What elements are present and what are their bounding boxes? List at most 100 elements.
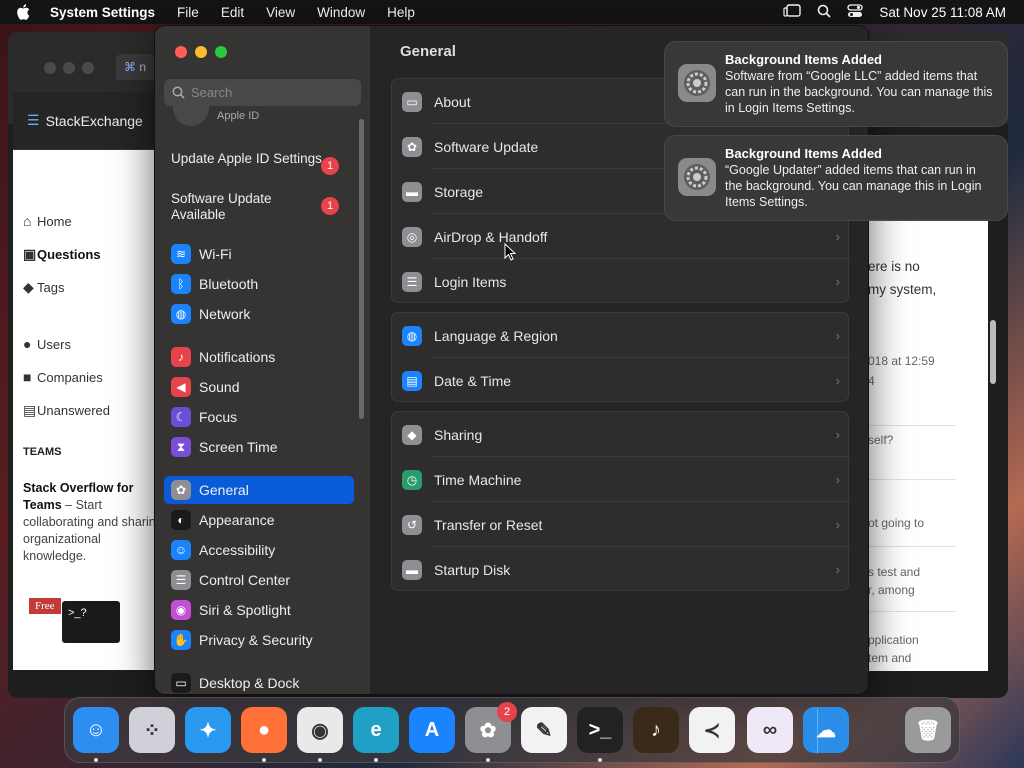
update-apple-id-settings[interactable]: Update Apple ID Settings (171, 151, 322, 167)
zoom-button[interactable] (215, 46, 227, 58)
row-date-time[interactable]: ▤ Date & Time › (392, 358, 850, 403)
row-label: About (434, 93, 471, 110)
page-scrollbar[interactable] (990, 320, 996, 384)
sidebar-item-label: General (199, 482, 249, 498)
firefox-icon[interactable]: ● (241, 707, 287, 753)
close-button[interactable] (175, 46, 187, 58)
menu-window[interactable]: Window (317, 5, 365, 20)
spotlight-search-icon[interactable] (817, 4, 832, 21)
notification-background-items[interactable]: Background Items Added “Google Updater” … (664, 135, 1008, 221)
sidebar-item-label: Accessibility (199, 542, 276, 558)
edge-icon[interactable]: e (353, 707, 399, 753)
browser-zoom-button[interactable] (82, 62, 94, 74)
browser-minimize-button[interactable] (63, 62, 75, 74)
menu-edit[interactable]: Edit (221, 5, 244, 20)
vscode-icon[interactable]: ≺ (689, 707, 735, 753)
visual-studio-icon[interactable]: ∞ (747, 707, 793, 753)
sidebar-item-focus[interactable]: ☾ Focus (164, 403, 354, 431)
menu-file[interactable]: File (177, 5, 199, 20)
launchpad-icon[interactable]: ⁘ (129, 707, 175, 753)
row-time-machine[interactable]: ◷ Time Machine › (392, 457, 850, 502)
sidebar-item-wi-fi[interactable]: ≋ Wi-Fi (164, 240, 354, 268)
sidebar-item-network[interactable]: ◍ Network (164, 300, 354, 328)
globe-icon: ◍ (402, 325, 422, 346)
notification-body: “Google Updater” added items that can ru… (725, 163, 982, 209)
sidebar-item-label: Siri & Spotlight (199, 602, 291, 618)
appstore-icon[interactable]: A (409, 707, 455, 753)
siri-icon: ◉ (171, 600, 191, 620)
dock: ☺ ⁘ ✦ ● ◉ e A ✿ ✎ >_ ♪ ≺ ∞ ☁ 🗑 2 (64, 697, 960, 763)
stackexchange-brand[interactable]: StackExchange (46, 113, 143, 129)
stackoverflow-left-nav: ⌂ Home ▣ Questions ◆ Tags ● Users ■ Companies… (13, 150, 173, 670)
control-center-icon: ☰ (171, 570, 191, 590)
control-center-icon[interactable] (847, 3, 864, 21)
sidebar-item-privacy-security[interactable]: ✋ Privacy & Security (164, 626, 354, 654)
sidebar-item-control-center[interactable]: ☰ Control Center (164, 566, 354, 594)
minimize-button[interactable] (195, 46, 207, 58)
nav-companies[interactable]: ■ Companies (13, 369, 103, 385)
row-sharing[interactable]: ◆ Sharing › (392, 412, 850, 457)
nav-home[interactable]: ⌂ Home (13, 213, 72, 229)
sidebar-item-appearance[interactable]: ◐ Appearance (164, 506, 354, 534)
avatar[interactable] (173, 106, 209, 126)
finder-icon[interactable]: ☺ (73, 707, 119, 753)
nav-tags[interactable]: ◆ Tags (13, 279, 64, 296)
sidebar-item-screen-time[interactable]: ⧗ Screen Time (164, 433, 354, 461)
menu-view[interactable]: View (266, 5, 295, 20)
apple-menu-icon[interactable] (16, 0, 36, 24)
settings-sidebar: Search Apple ID Update Apple ID Settings… (155, 26, 370, 694)
notification-background-items[interactable]: Background Items Added Software from “Go… (664, 41, 1008, 127)
sidebar-item-notifications[interactable]: ♪ Notifications (164, 343, 354, 371)
browser-tab[interactable]: ⌘ n (116, 54, 156, 80)
running-indicator (318, 758, 322, 762)
guitar-icon[interactable]: ♪ (633, 707, 679, 753)
row-label: Time Machine (434, 471, 522, 488)
sidebar-item-general[interactable]: ✿ General (164, 476, 354, 504)
teams-promo: Stack Overflow for Teams – Start collabo… (23, 480, 163, 565)
row-startup-disk[interactable]: ▬ Startup Disk › (392, 547, 850, 592)
free-badge: Free (29, 598, 61, 614)
hand-icon: ✋ (171, 630, 191, 650)
tag-icon: ◆ (23, 279, 34, 295)
moon-icon: ☾ (171, 407, 191, 427)
menu-bar: System Settings File Edit View Window He… (0, 0, 1024, 24)
sidebar-item-siri-spotlight[interactable]: ◉ Siri & Spotlight (164, 596, 354, 624)
running-indicator (374, 758, 378, 762)
comment-text: r, among (868, 583, 915, 597)
search-input[interactable]: Search (164, 79, 361, 106)
questions-icon: ▣ (23, 246, 37, 262)
chevron-right-icon: › (835, 373, 840, 388)
textedit-icon[interactable]: ✎ (521, 707, 567, 753)
software-update-available[interactable]: Software Update Available (171, 191, 301, 223)
accessibility-icon: ☺ (171, 540, 191, 560)
row-transfer-or-reset[interactable]: ↺ Transfer or Reset › (392, 502, 850, 547)
browser-close-button[interactable] (44, 62, 56, 74)
sidebar-item-label: Desktop & Dock (199, 675, 300, 691)
chrome-icon[interactable]: ◉ (297, 707, 343, 753)
sidebar-item-desktop-dock[interactable]: ▭ Desktop & Dock (164, 669, 354, 694)
stage-manager-icon[interactable] (783, 3, 802, 21)
sidebar-item-sound[interactable]: ◀ Sound (164, 373, 354, 401)
sidebar-scrollbar[interactable] (359, 119, 364, 419)
nav-users[interactable]: ● Users (13, 336, 71, 352)
list-icon: ☰ (402, 271, 422, 292)
sidebar-item-label: Appearance (199, 512, 275, 528)
trash-icon[interactable]: 🗑 (905, 707, 951, 753)
menu-help[interactable]: Help (387, 5, 415, 20)
chevron-right-icon: › (835, 517, 840, 532)
nav-questions[interactable]: ▣ Questions (13, 246, 101, 263)
compass-icon[interactable]: ✦ (185, 707, 231, 753)
row-login-items[interactable]: ☰ Login Items › (392, 259, 850, 304)
apple-id-label[interactable]: Apple ID (217, 110, 259, 122)
row-language-region[interactable]: ◍ Language & Region › (392, 313, 850, 358)
app-menu[interactable]: System Settings (50, 5, 155, 20)
weather-icon[interactable]: ☁ (803, 707, 849, 753)
home-icon: ⌂ (23, 213, 32, 229)
menubar-clock[interactable]: Sat Nov 25 11:08 AM (879, 5, 1006, 20)
nav-unanswered[interactable]: ▤ Unanswered (13, 402, 110, 419)
sidebar-item-label: Wi-Fi (199, 246, 232, 262)
sidebar-item-bluetooth[interactable]: ᛒ Bluetooth (164, 270, 354, 298)
sidebar-item-accessibility[interactable]: ☺ Accessibility (164, 536, 354, 564)
terminal-icon[interactable]: >_ (577, 707, 623, 753)
comment-text: self? (868, 433, 894, 447)
